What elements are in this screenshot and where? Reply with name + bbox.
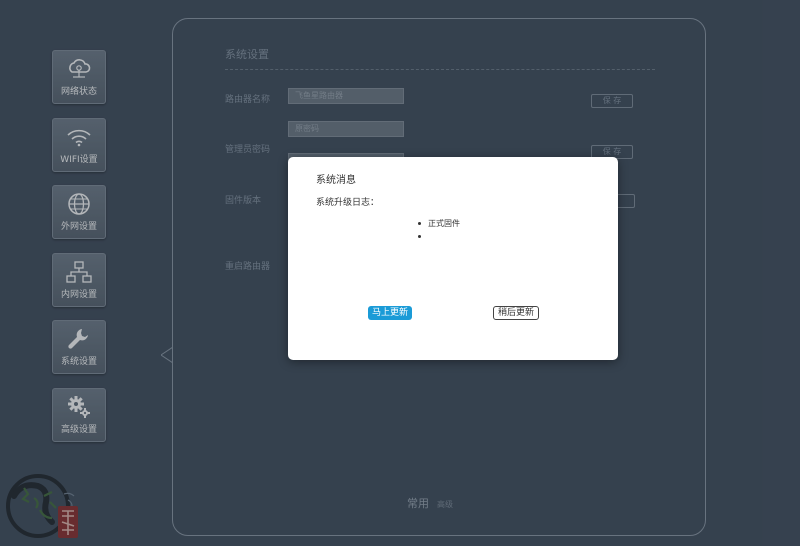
list-item: 正式固件 (418, 217, 460, 230)
upgrade-log-label: 系统升级日志： (316, 198, 380, 208)
list-item (418, 230, 460, 243)
system-message-dialog: 系统消息 系统升级日志： 正式固件 马上更新 稍后更新 (288, 157, 618, 360)
update-now-button[interactable]: 马上更新 (368, 306, 412, 320)
update-later-button[interactable]: 稍后更新 (493, 306, 539, 320)
upgrade-log-list: 正式固件 (418, 217, 460, 243)
dialog-title: 系统消息 (316, 175, 356, 186)
